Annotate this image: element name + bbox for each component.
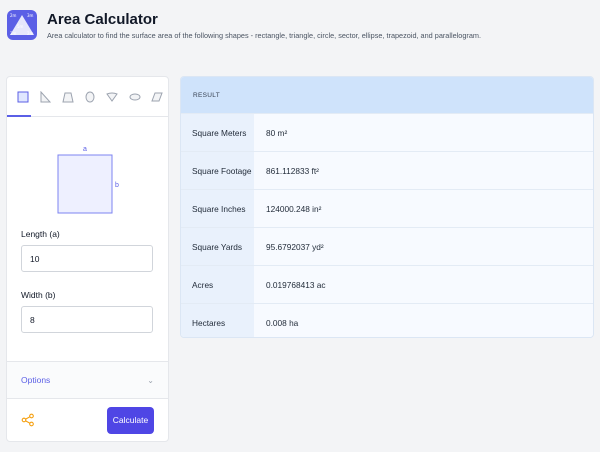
share-icon[interactable] xyxy=(21,413,35,427)
result-label: Square Yards xyxy=(181,228,254,265)
shape-diagram: a b xyxy=(7,117,168,229)
length-field: Length (a) xyxy=(7,229,168,272)
label-b: b xyxy=(115,182,119,189)
parallelogram-icon xyxy=(151,92,163,101)
width-field: Width (b) xyxy=(7,290,168,333)
result-row: Square Meters 80 m² xyxy=(181,113,593,151)
result-value: 861.112833 ft² xyxy=(254,152,593,189)
logo-label: 2m xyxy=(27,31,34,36)
result-row: Acres 0.019768413 ac xyxy=(181,265,593,303)
result-header: RESULT xyxy=(181,77,593,113)
header-text: Area Calculator Area calculator to find … xyxy=(47,11,481,40)
width-input[interactable] xyxy=(21,306,153,333)
page-title: Area Calculator xyxy=(47,11,158,28)
rectangle-icon xyxy=(17,91,29,102)
circle-icon xyxy=(85,91,95,102)
options-label: Options xyxy=(21,375,51,385)
result-value: 0.008 ha xyxy=(254,304,593,337)
logo-label: 5m xyxy=(17,24,24,29)
result-label: Square Inches xyxy=(181,190,254,227)
options-toggle[interactable]: Options ⌄ xyxy=(7,361,168,399)
calculate-button[interactable]: Calculate xyxy=(107,406,154,434)
action-row: Calculate xyxy=(7,399,168,441)
logo-label: 3m xyxy=(27,13,34,18)
triangle-icon xyxy=(40,90,52,102)
page-subtitle: Area calculator to find the surface area… xyxy=(47,31,481,40)
result-row: Square Inches 124000.248 in² xyxy=(181,189,593,227)
result-label: Square Footage xyxy=(181,152,254,189)
tab-parallelogram[interactable] xyxy=(146,85,168,109)
result-row: Square Footage 861.112833 ft² xyxy=(181,151,593,189)
app-logo: 2m 3m 5m 2m 2m xyxy=(7,10,37,40)
result-value: 80 m² xyxy=(254,114,593,151)
trapezoid-icon xyxy=(62,92,74,102)
length-input[interactable] xyxy=(21,245,153,272)
result-panel: RESULT Square Meters 80 m² Square Footag… xyxy=(180,76,594,338)
result-row: Hectares 0.008 ha xyxy=(181,303,593,337)
result-value: 0.019768413 ac xyxy=(254,266,593,303)
result-value: 124000.248 in² xyxy=(254,190,593,227)
calculator-panel: a b Length (a) Width (b) Options ⌄ Calcu… xyxy=(6,76,169,442)
result-label: Square Meters xyxy=(181,114,254,151)
shape-tabs xyxy=(7,77,168,117)
result-value: 95.6792037 yd² xyxy=(254,228,593,265)
sector-icon xyxy=(106,92,119,102)
length-label: Length (a) xyxy=(21,229,60,239)
label-a: a xyxy=(83,146,87,153)
tab-ellipse[interactable] xyxy=(123,85,145,109)
rectangle-diagram: a b xyxy=(57,146,119,214)
width-label: Width (b) xyxy=(21,290,56,300)
tab-circle[interactable] xyxy=(79,85,101,109)
logo-label: 2m xyxy=(10,13,17,18)
tab-rectangle[interactable] xyxy=(12,85,34,109)
tab-sector[interactable] xyxy=(101,85,123,109)
result-label: Hectares xyxy=(181,304,254,337)
tab-trapezoid[interactable] xyxy=(57,85,79,109)
tab-triangle[interactable] xyxy=(34,85,56,109)
result-row: Square Yards 95.6792037 yd² xyxy=(181,227,593,265)
logo-label: 2m xyxy=(10,31,17,36)
result-label: Acres xyxy=(181,266,254,303)
ellipse-icon xyxy=(129,93,141,100)
chevron-down-icon: ⌄ xyxy=(147,375,154,385)
page-header: 2m 3m 5m 2m 2m Area Calculator Area calc… xyxy=(7,10,593,56)
